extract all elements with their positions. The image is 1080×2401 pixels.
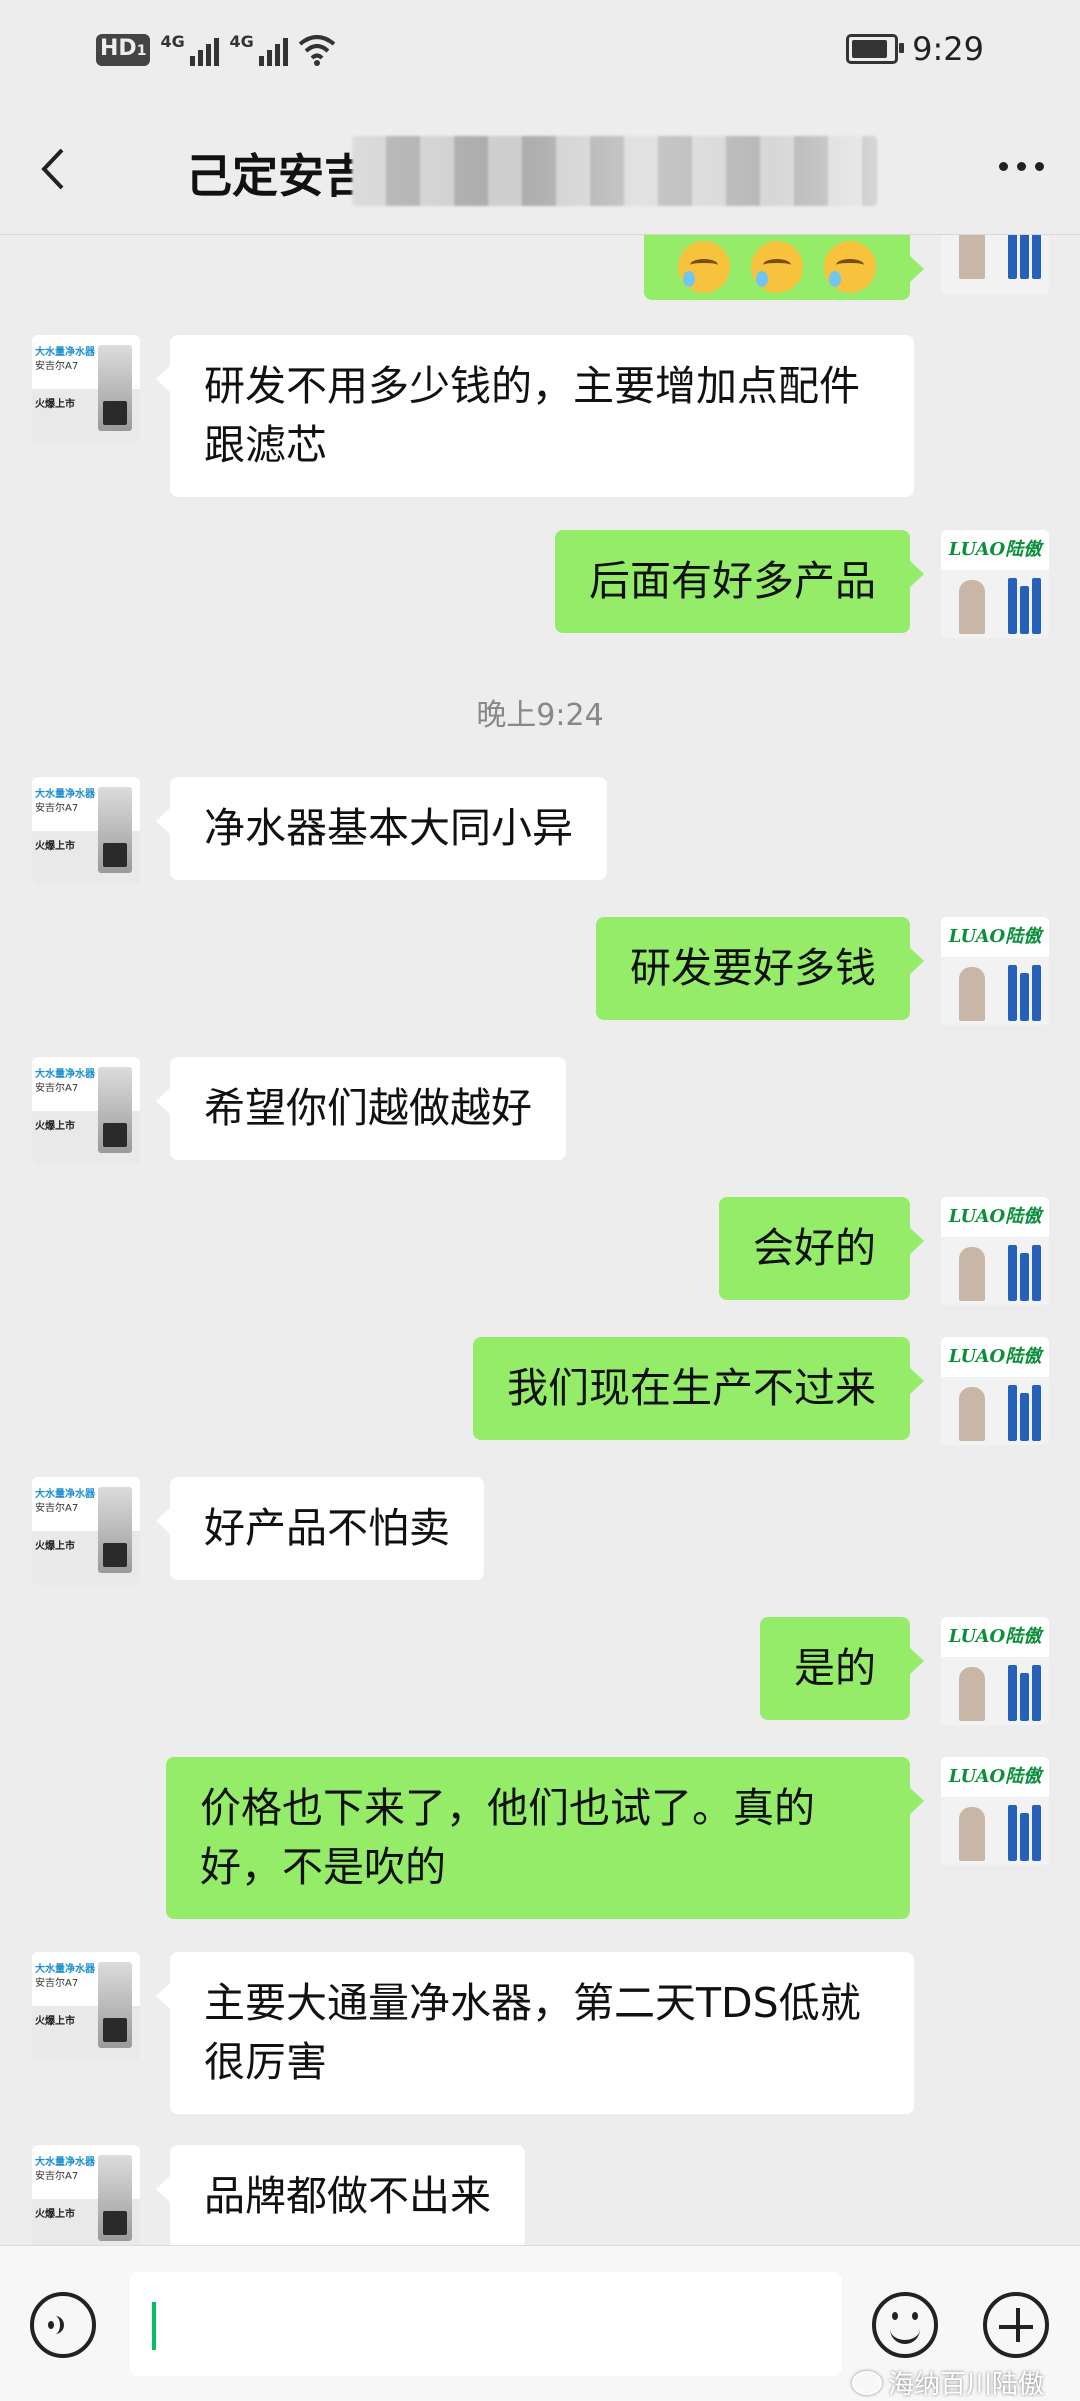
message-bubble[interactable]: 是的 [760,1617,924,1720]
blurred-title-mosaic [352,136,877,206]
avatar-self[interactable]: LUAO陆傲 [941,917,1049,1025]
hd-badge: HD1 [96,34,151,66]
message-bubble[interactable]: 会好的 [719,1197,924,1300]
message-bubble[interactable]: 价格也下来了，他们也试了。真的好，不是吹的 [166,1757,924,1919]
chevron-left-icon[interactable] [30,144,80,194]
message-bubble[interactable]: 研发要好多钱 [596,917,924,1020]
status-bar: HD1 4G 4G 9:29 [0,0,1080,104]
avatar-other[interactable]: 大水量净水器 安吉尔A7 火爆上市 [32,1952,140,2060]
battery-icon [846,34,905,64]
avatar-other[interactable]: 大水量净水器 安吉尔A7 火爆上市 [32,1477,140,1585]
avatar-other[interactable]: 大水量净水器 安吉尔A7 火爆上市 [32,335,140,443]
message-bubble-emoji[interactable] [643,235,925,300]
avatar-other[interactable]: 大水量净水器 安吉尔A7 火爆上市 [32,1057,140,1165]
message-bubble[interactable]: 净水器基本大同小异 [156,777,607,880]
wifi-icon [299,35,336,66]
message-bubble[interactable]: 希望你们越做越好 [156,1057,566,1160]
crying-face-icon [750,241,803,293]
more-dots-icon[interactable] [999,162,1044,171]
avatar-self[interactable]: LUAO陆傲 [941,1197,1049,1305]
chat-header: 己定安吉 [0,104,1080,235]
message-bubble[interactable]: 好产品不怕卖 [156,1477,484,1580]
text-caret [152,2302,156,2350]
message-bubble[interactable]: 后面有好多产品 [555,530,924,633]
message-bubble[interactable]: 主要大通量净水器，第二天TDS低就很厉害 [156,1952,914,2114]
plus-icon[interactable] [983,2292,1049,2358]
message-input[interactable] [130,2272,842,2376]
message-bubble[interactable]: 我们现在生产不过来 [473,1337,924,1440]
signal-icon-2: 4G [229,32,289,66]
wechat-logo-icon [851,2370,882,2395]
avatar-other[interactable]: 大水量净水器 安吉尔A7 火爆上市 [32,777,140,885]
avatar-self[interactable]: LUAO陆傲 [941,530,1049,638]
voice-icon[interactable] [30,2292,96,2358]
avatar-self[interactable] [941,235,1049,295]
avatar-other[interactable]: 大水量净水器 安吉尔A7 火爆上市 [32,2145,140,2245]
avatar-self[interactable]: LUAO陆傲 [941,1337,1049,1445]
avatar-self[interactable]: LUAO陆傲 [941,1757,1049,1865]
message-list[interactable]: 大水量净水器 安吉尔A7 火爆上市 研发不用多少钱的，主要增加点配件跟滤芯 后面有… [0,235,1080,2245]
status-left: HD1 4G 4G [96,32,336,66]
status-right: 9:29 [846,30,984,68]
chat-title: 己定安吉 [186,149,370,203]
timestamp: 晚上9:24 [476,698,604,733]
watermark: 海纳百川陆傲 [851,2364,1044,2401]
avatar-self[interactable]: LUAO陆傲 [941,1617,1049,1725]
message-bubble[interactable]: 品牌都做不出来 [156,2145,525,2245]
status-time: 9:29 [912,30,984,68]
crying-face-icon [677,241,730,293]
crying-face-icon [824,241,876,293]
signal-icon: 4G [160,32,220,66]
message-bubble[interactable]: 研发不用多少钱的，主要增加点配件跟滤芯 [156,335,914,497]
emoji-icon[interactable] [872,2292,938,2358]
